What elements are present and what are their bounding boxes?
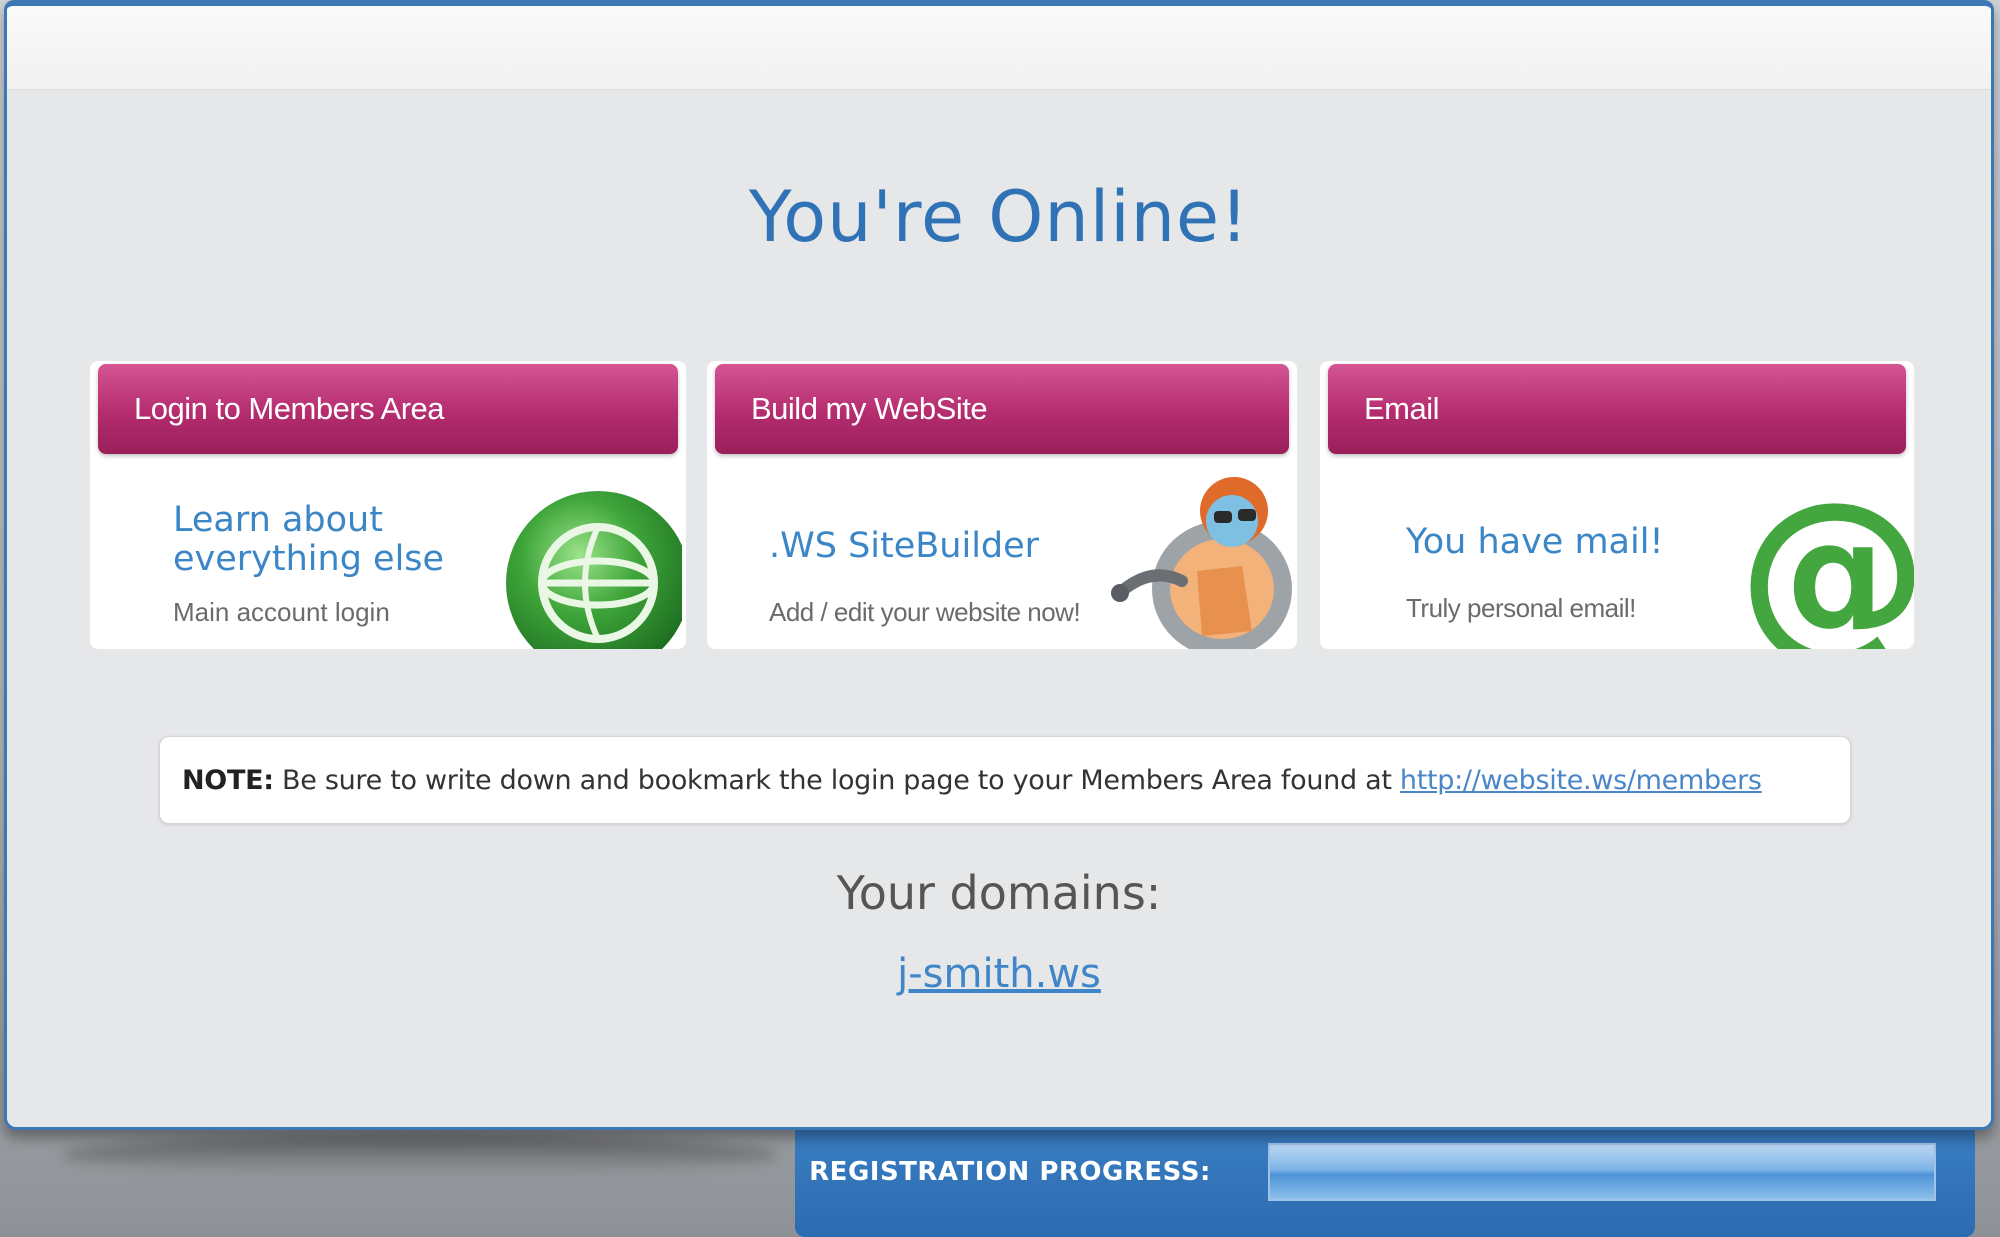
robot-mascot-icon xyxy=(1111,477,1292,649)
login-card-headline-line2: everything else xyxy=(173,539,445,579)
page-title: You're Online! xyxy=(748,176,1250,258)
success-dialog: You're Online! Login to Members Area Lea… xyxy=(4,0,1994,1130)
email-button[interactable]: Email xyxy=(1328,364,1906,454)
build-website-card[interactable]: Build my WebSite .WS SiteBuilder Add / e… xyxy=(707,361,1297,649)
registration-progress-track xyxy=(1268,1143,1936,1201)
email-card[interactable]: Email You have mail! Truly personal emai… xyxy=(1320,361,1914,649)
dialog-top-bar xyxy=(7,6,1991,90)
sitebuilder-headline: .WS SiteBuilder xyxy=(769,526,1040,566)
login-members-area-button[interactable]: Login to Members Area xyxy=(98,364,678,454)
login-card-headline: Learn about everything else xyxy=(173,501,444,579)
bookmark-note: NOTE: Be sure to write down and bookmark… xyxy=(159,736,1851,824)
your-domains-heading: Your domains: xyxy=(836,866,1162,920)
login-card-headline-line1: Learn about xyxy=(173,500,383,540)
members-area-link[interactable]: http://website.ws/members xyxy=(1400,765,1762,796)
login-members-area-card[interactable]: Login to Members Area Learn about everyt… xyxy=(90,361,686,649)
build-website-button[interactable]: Build my WebSite xyxy=(715,364,1289,454)
email-card-headline: You have mail! xyxy=(1406,522,1664,562)
domain-list: j-smith.ws xyxy=(7,951,1991,997)
registration-progress-label: REGISTRATION PROGRESS: xyxy=(809,1157,1211,1187)
svg-text:@: @ xyxy=(1738,479,1914,649)
registration-progress-fill xyxy=(1270,1145,1934,1199)
domain-link[interactable]: j-smith.ws xyxy=(897,951,1101,997)
sitebuilder-subtext: Add / edit your website now! xyxy=(769,597,1081,627)
note-text: Be sure to write down and bookmark the l… xyxy=(273,765,1400,796)
login-card-subtext: Main account login xyxy=(173,597,390,627)
email-card-subtext: Truly personal email! xyxy=(1406,593,1636,623)
card-shadow xyxy=(60,1135,780,1175)
globe-icon xyxy=(506,491,682,649)
note-label: NOTE: xyxy=(182,765,274,796)
at-sign-icon: @ xyxy=(1738,479,1914,649)
